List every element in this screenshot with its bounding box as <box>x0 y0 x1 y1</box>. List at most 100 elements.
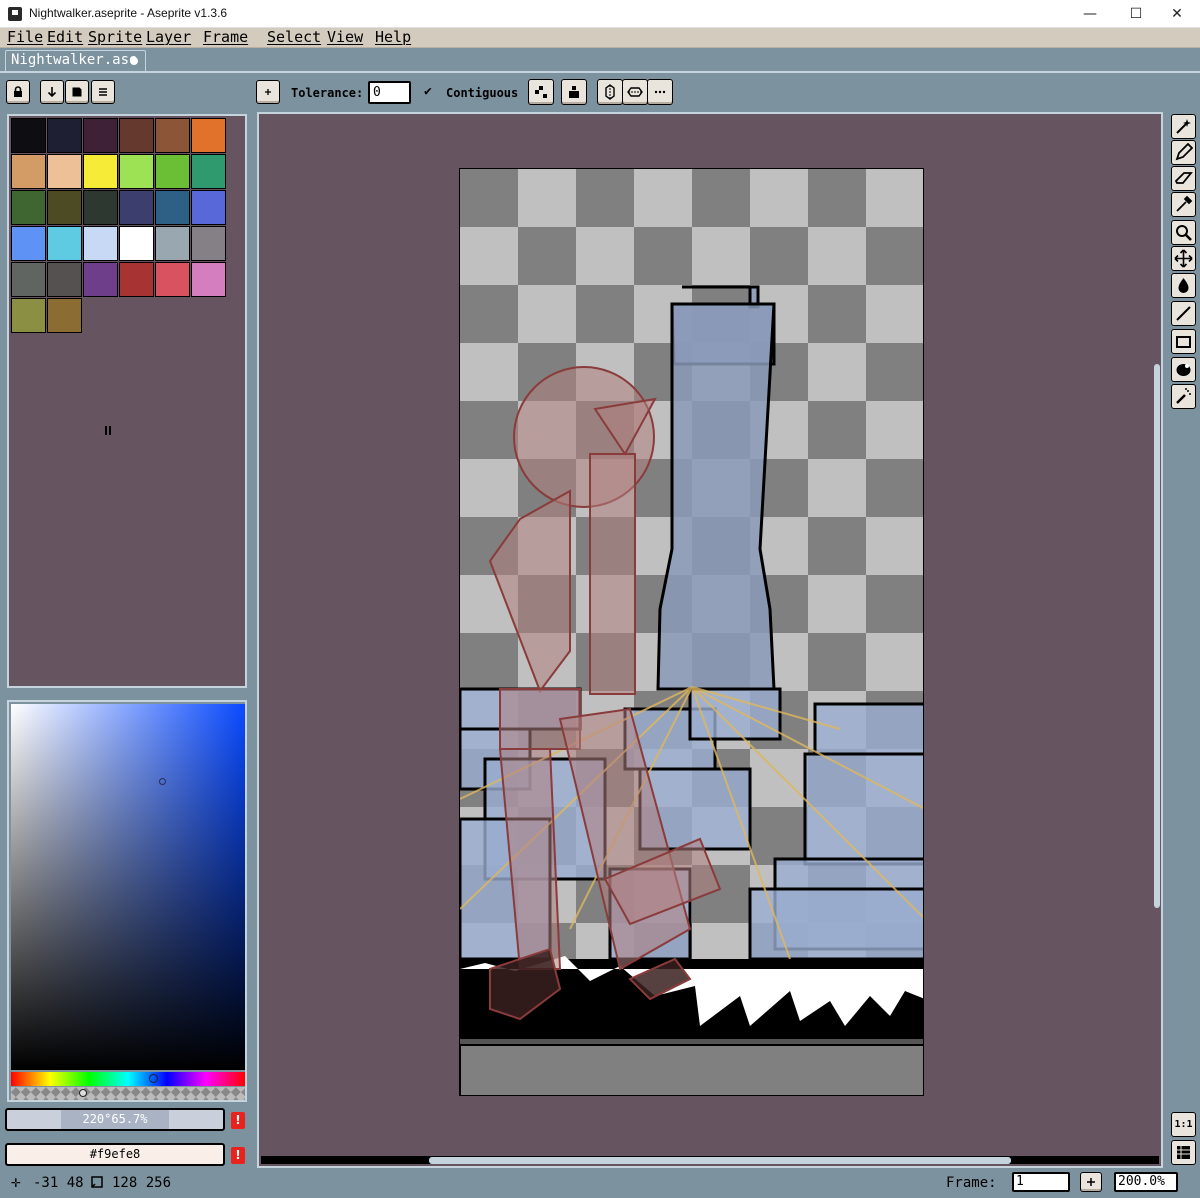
palette-swatch[interactable] <box>11 262 46 297</box>
sort-palette-button[interactable] <box>40 80 64 104</box>
palette-swatch[interactable] <box>191 262 226 297</box>
eraser-tool[interactable] <box>1171 166 1196 191</box>
lock-palette-button[interactable] <box>6 80 30 104</box>
more-options-button[interactable] <box>647 79 673 105</box>
alpha-slider[interactable] <box>11 1087 245 1100</box>
vertical-scroll-thumb[interactable] <box>1154 364 1160 908</box>
hue-cursor[interactable] <box>149 1074 158 1083</box>
zoom-tool[interactable] <box>1171 220 1196 245</box>
tower <box>656 285 776 691</box>
tab-nightwalker[interactable]: Nightwalker.ase <box>5 50 146 71</box>
line-tool[interactable] <box>1171 301 1196 326</box>
palette-swatch[interactable] <box>119 262 154 297</box>
palette-swatch[interactable] <box>47 154 82 189</box>
alpha-cursor[interactable] <box>79 1089 87 1097</box>
rectangle-tool[interactable] <box>1171 329 1196 354</box>
palette-swatch[interactable] <box>47 298 82 333</box>
plus-icon <box>1087 1178 1095 1186</box>
modified-dot-icon <box>130 57 138 65</box>
palette-swatch[interactable] <box>11 226 46 261</box>
move-tool[interactable] <box>1171 246 1196 271</box>
palette-swatch[interactable] <box>155 190 190 225</box>
horizontal-scroll-thumb[interactable] <box>429 1157 1011 1164</box>
lock-icon <box>14 86 22 97</box>
palette-swatch[interactable] <box>191 118 226 153</box>
new-frame-button[interactable] <box>1080 1172 1102 1192</box>
palette-swatch[interactable] <box>83 190 118 225</box>
palette-swatch[interactable] <box>47 190 82 225</box>
menu-sprite[interactable]: Sprite <box>88 28 142 47</box>
timeline-toggle-button[interactable] <box>1171 1140 1196 1165</box>
close-button[interactable]: ✕ <box>1154 0 1200 28</box>
pixel-connectivity-button[interactable] <box>528 79 554 105</box>
palette-swatch[interactable] <box>119 118 154 153</box>
palette-swatch[interactable] <box>119 226 154 261</box>
hsv-warning-icon[interactable]: ! <box>231 1112 245 1129</box>
zoom-icon <box>1176 225 1192 241</box>
menu-help[interactable]: Help <box>375 28 411 47</box>
palette-swatch[interactable] <box>11 154 46 189</box>
palette-swatch[interactable] <box>155 262 190 297</box>
save-palette-button[interactable] <box>65 80 89 104</box>
maximize-button[interactable]: ☐ <box>1113 0 1159 28</box>
pencil-tool[interactable] <box>1171 140 1196 165</box>
sprite-editor[interactable] <box>257 112 1163 1168</box>
paint-bucket-tool[interactable] <box>1171 273 1196 298</box>
palette-swatch[interactable] <box>83 154 118 189</box>
symmetry-horizontal-icon <box>627 87 643 97</box>
palette-swatch[interactable] <box>11 118 46 153</box>
palette-swatch[interactable] <box>83 118 118 153</box>
menu-select[interactable]: Select <box>267 28 321 47</box>
sv-cursor[interactable] <box>159 778 166 785</box>
palette-swatch[interactable] <box>119 154 154 189</box>
palette-swatch[interactable] <box>11 190 46 225</box>
hex-value-field[interactable]: #f9efe8 <box>5 1143 225 1166</box>
palette-resize-handle[interactable] <box>105 426 113 436</box>
hsv-value-field[interactable]: 220°65.7% <box>5 1108 225 1131</box>
palette-swatch[interactable] <box>155 154 190 189</box>
hex-warning-icon[interactable]: ! <box>231 1147 245 1164</box>
menu-view[interactable]: View <box>327 28 363 47</box>
palette-swatch[interactable] <box>191 226 226 261</box>
document-tab-bar: Nightwalker.ase <box>0 48 1200 72</box>
palette-swatch[interactable] <box>191 154 226 189</box>
palette-swatch[interactable] <box>191 190 226 225</box>
ink-button[interactable] <box>561 79 587 105</box>
tolerance-input[interactable]: 0 <box>368 81 411 104</box>
cursor-position: -31 48 <box>33 1175 84 1191</box>
palette-swatch[interactable] <box>11 298 46 333</box>
palette-options-button[interactable] <box>91 80 115 104</box>
palette-swatch[interactable] <box>155 118 190 153</box>
palette-swatch[interactable] <box>119 190 154 225</box>
sprite-canvas[interactable] <box>459 168 924 1096</box>
palette-swatch[interactable] <box>47 226 82 261</box>
rectangle-icon <box>1176 336 1191 348</box>
spray-tool[interactable] <box>1171 384 1196 409</box>
menu-frame[interactable]: Frame <box>203 28 248 47</box>
spray-icon <box>1176 388 1191 404</box>
palette-swatch[interactable] <box>83 262 118 297</box>
menu-file[interactable]: File <box>7 28 43 47</box>
ink-bottle-icon <box>569 86 579 98</box>
pencil-icon <box>1175 143 1193 161</box>
palette-swatch[interactable] <box>47 262 82 297</box>
hue-slider[interactable] <box>11 1072 245 1086</box>
fill-mode-button[interactable] <box>256 80 280 104</box>
magic-wand-tool[interactable] <box>1171 114 1196 139</box>
one-to-one-zoom-button[interactable]: 1:1 <box>1171 1112 1196 1137</box>
contiguous-checkbox-icon[interactable]: ✔ <box>424 84 432 99</box>
saturation-value-box[interactable] <box>11 704 245 1070</box>
horizontal-scrollbar[interactable] <box>261 1156 1159 1164</box>
minimize-button[interactable]: — <box>1067 0 1113 28</box>
frame-input[interactable]: 1 <box>1012 1172 1070 1192</box>
symmetry-horizontal-button[interactable] <box>622 79 648 105</box>
blur-tool[interactable] <box>1171 357 1196 382</box>
menu-layer[interactable]: Layer <box>146 28 191 47</box>
zoom-input[interactable]: 200.0% <box>1114 1172 1178 1192</box>
palette-swatch[interactable] <box>83 226 118 261</box>
palette-swatch[interactable] <box>155 226 190 261</box>
menu-edit[interactable]: Edit <box>47 28 83 47</box>
symmetry-vertical-button[interactable] <box>597 79 623 105</box>
palette-swatch[interactable] <box>47 118 82 153</box>
eyedropper-tool[interactable] <box>1171 192 1196 217</box>
